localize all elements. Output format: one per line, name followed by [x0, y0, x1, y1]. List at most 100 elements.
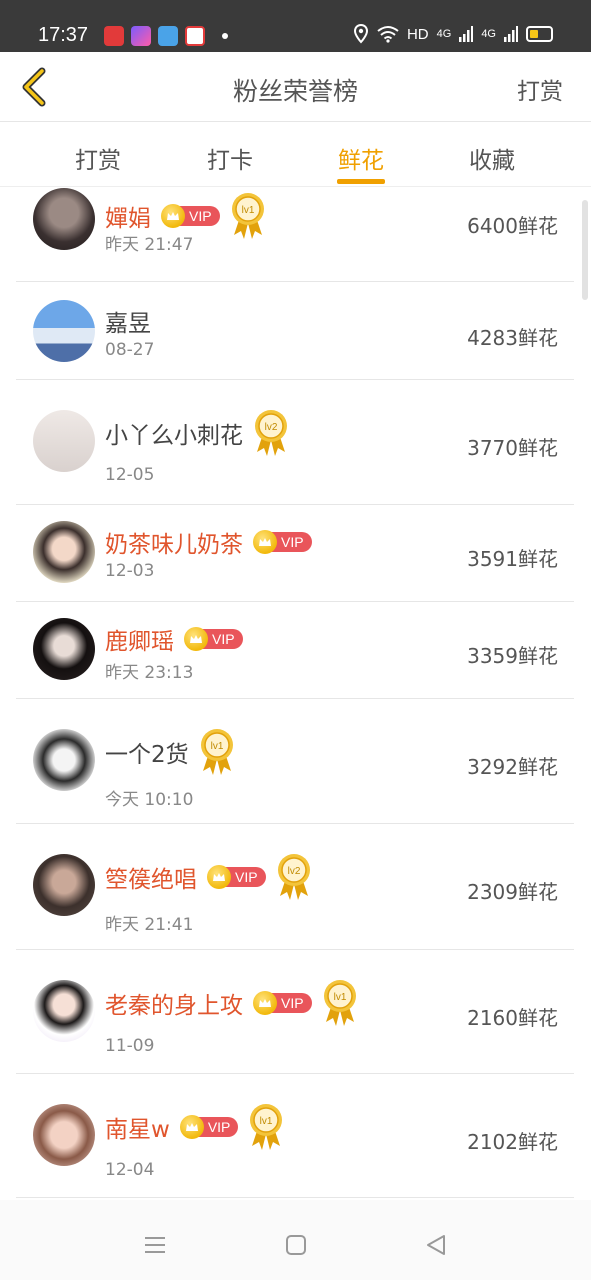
status-right: HD 4G 4G: [353, 24, 553, 44]
fan-date: 08-27: [105, 340, 155, 360]
app-notification-icon: [131, 26, 151, 46]
vip-badge: VIP: [161, 204, 220, 228]
scrollbar[interactable]: [582, 200, 588, 300]
vip-badge: VIP: [179, 1115, 239, 1139]
avatar: [33, 980, 95, 1042]
avatar: [33, 300, 95, 362]
list-item[interactable]: 奶茶味儿奶茶 VIP 12-03 3591鲜花: [16, 505, 574, 602]
flower-count: 3292鲜花: [467, 755, 558, 779]
crown-icon: [207, 865, 231, 889]
fan-date: 今天 10:10: [105, 790, 194, 810]
app-header: 粉丝荣誉榜 打赏: [0, 52, 591, 122]
level-medal-icon: lv2: [276, 852, 312, 902]
list-item[interactable]: 南星w VIP lv1 12-04 2102鲜花: [16, 1074, 574, 1198]
battery-icon: [526, 26, 553, 42]
list-item[interactable]: 小丫么小刺花 lv2 12-05 3770鲜花: [16, 380, 574, 505]
status-app-icons: [104, 26, 228, 46]
fan-date: 昨天 23:13: [105, 663, 194, 683]
flower-count: 3770鲜花: [467, 436, 558, 460]
svg-text:lv1: lv1: [210, 741, 223, 752]
crown-icon: [161, 204, 185, 228]
vip-badge: VIP: [253, 991, 312, 1015]
fan-name: 小丫么小刺花: [105, 423, 243, 449]
list-item[interactable]: 一个2货 lv1 今天 10:10 3292鲜花: [16, 699, 574, 824]
name-line: 一个2货 lv1: [105, 727, 235, 777]
status-bar: 17:37 HD 4G 4G: [0, 0, 591, 52]
reward-button[interactable]: 打赏: [517, 72, 563, 106]
fan-date: 12-03: [105, 561, 155, 581]
avatar: [33, 521, 95, 583]
tab-favorites[interactable]: 收藏: [442, 141, 542, 175]
home-button[interactable]: [281, 1230, 311, 1260]
flower-count: 4283鲜花: [467, 326, 558, 350]
fan-name: 一个2货: [105, 742, 189, 768]
vip-badge: VIP: [253, 530, 312, 554]
level-medal-icon: lv1: [199, 727, 235, 777]
list-item[interactable]: 箜篌绝唱 VIP lv2 昨天 21:41 2309鲜花: [16, 824, 574, 950]
wifi-icon: [377, 26, 399, 43]
hd-label: HD: [406, 25, 429, 43]
level-medal-icon: lv1: [230, 191, 266, 241]
fan-date: 12-04: [105, 1160, 155, 1180]
app-notification-icon: [104, 26, 124, 46]
page-title: 粉丝荣誉榜: [232, 77, 358, 106]
avatar: [33, 1104, 95, 1166]
svg-text:lv1: lv1: [260, 1116, 273, 1127]
tab-active-indicator: [337, 179, 385, 184]
fan-date: 昨天 21:47: [105, 235, 194, 255]
flower-count: 6400鲜花: [467, 214, 558, 238]
tab-checkin[interactable]: 打卡: [180, 141, 280, 175]
avatar: [33, 729, 95, 791]
list-item[interactable]: 嘉昱 08-27 4283鲜花: [16, 282, 574, 380]
crown-icon: [253, 991, 277, 1015]
fan-name: 老秦的身上攻: [105, 993, 243, 1019]
signal-icon: [504, 26, 518, 42]
flower-count: 2309鲜花: [467, 880, 558, 904]
avatar: [33, 618, 95, 680]
level-medal-icon: lv2: [253, 408, 289, 458]
svg-text:lv2: lv2: [265, 422, 278, 433]
signal1-label: 4G: [436, 28, 452, 40]
back-nav-button[interactable]: [421, 1230, 451, 1260]
name-line: 南星w VIP lv1: [105, 1102, 284, 1152]
svg-text:lv1: lv1: [333, 992, 346, 1003]
vip-badge: VIP: [184, 627, 243, 651]
name-line: 奶茶味儿奶茶 VIP: [105, 525, 312, 559]
fan-date: 12-05: [105, 465, 155, 485]
flower-count: 2160鲜花: [467, 1006, 558, 1030]
fan-name: 嘉昱: [105, 311, 151, 337]
tab-bar: 打赏 打卡 鲜花 收藏: [0, 123, 591, 187]
tab-flowers[interactable]: 鲜花: [311, 141, 411, 175]
name-line: 老秦的身上攻 VIP lv1: [105, 978, 358, 1028]
crown-icon: [253, 530, 277, 554]
vip-badge: VIP: [207, 865, 266, 889]
list-item[interactable]: 老秦的身上攻 VIP lv1 11-09 2160鲜花: [16, 950, 574, 1074]
location-icon: [353, 24, 368, 44]
fan-name: 鹿卿瑶: [105, 629, 174, 655]
flower-count: 3359鲜花: [467, 644, 558, 668]
name-line: 鹿卿瑶 VIP: [105, 622, 243, 656]
menu-button[interactable]: [140, 1230, 170, 1260]
tab-reward[interactable]: 打赏: [48, 141, 148, 175]
fan-date: 昨天 21:41: [105, 915, 194, 935]
signal2-label: 4G: [481, 28, 496, 40]
fan-name: 嬋娟: [105, 206, 151, 232]
name-line: 箜篌绝唱 VIP lv2: [105, 852, 312, 902]
fan-name: 箜篌绝唱: [105, 867, 197, 893]
fan-name: 奶茶味儿奶茶: [105, 532, 243, 558]
svg-text:lv2: lv2: [287, 866, 300, 877]
crown-icon: [179, 1115, 204, 1139]
flower-count: 3591鲜花: [467, 547, 558, 571]
app-notification-icon: [158, 26, 178, 46]
back-triangle-icon: [427, 1235, 445, 1255]
fan-date: 11-09: [105, 1036, 155, 1056]
status-time: 17:37: [38, 24, 89, 46]
avatar: [33, 188, 95, 250]
menu-icon: [145, 1237, 165, 1253]
home-square-icon: [286, 1235, 306, 1255]
level-medal-icon: lv1: [248, 1102, 284, 1152]
svg-text:lv1: lv1: [241, 205, 254, 216]
list-item[interactable]: 嬋娟 VIP lv1 昨天 21:47 6400鲜花: [16, 188, 574, 282]
name-line: 嘉昱: [105, 304, 151, 338]
list-item[interactable]: 鹿卿瑶 VIP 昨天 23:13 3359鲜花: [16, 602, 574, 699]
